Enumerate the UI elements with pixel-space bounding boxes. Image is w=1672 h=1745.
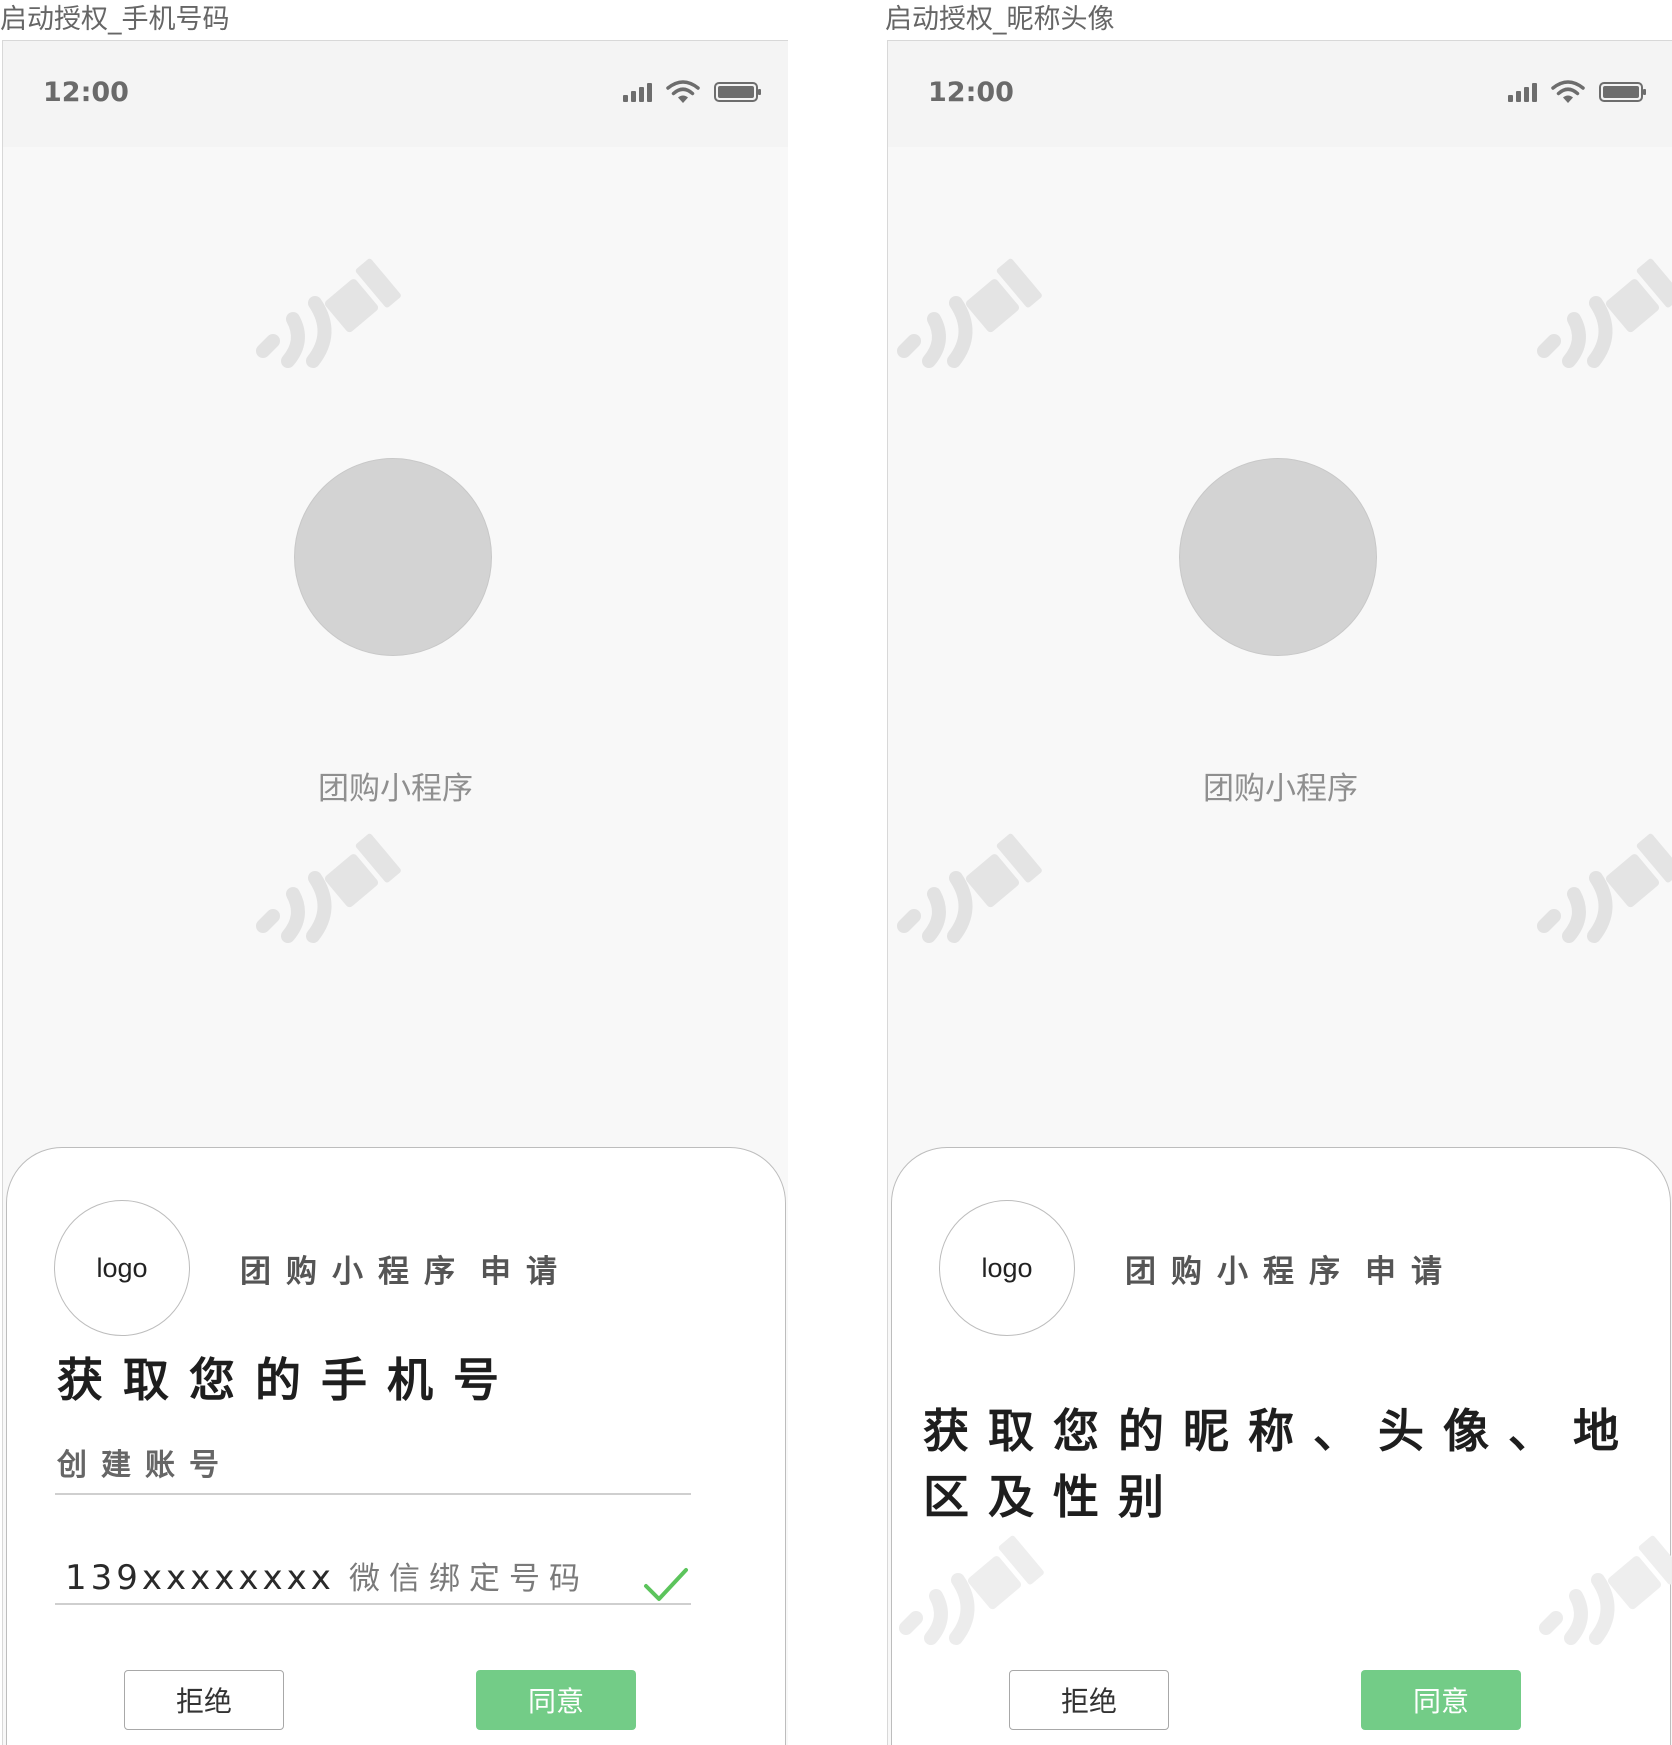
accept-button[interactable]: 同意	[476, 1670, 636, 1730]
sheet-app-name: 团购小程序	[1125, 1254, 1355, 1290]
sheet-logo: logo	[939, 1200, 1075, 1336]
sheet-request-label: 申请	[1365, 1254, 1457, 1290]
wifi-icon	[666, 80, 700, 103]
divider	[55, 1493, 691, 1495]
sheet-subheading: 创建账号	[57, 1448, 233, 1483]
battery-icon	[1599, 82, 1646, 102]
sheet-request-label: 申请	[480, 1254, 572, 1290]
phone-number-option[interactable]: 139xxxxxxxx	[65, 1558, 335, 1598]
sheet-heading: 获取您的手机号	[57, 1353, 519, 1407]
accept-button[interactable]: 同意	[1361, 1670, 1521, 1730]
sheet-request-line: 团购小程序 申请	[1125, 1246, 1457, 1291]
watermark-logo	[256, 833, 401, 943]
status-time: 12:00	[43, 77, 129, 108]
signal-icon	[623, 82, 652, 102]
watermark-logo	[897, 833, 1042, 943]
phone-screen: 12:00	[2, 40, 788, 1745]
watermark-logo	[1537, 833, 1672, 943]
watermark-logo	[899, 1535, 1044, 1645]
frame-title: 启动授权_昵称头像	[885, 4, 1115, 35]
reject-button[interactable]: 拒绝	[124, 1670, 284, 1730]
app-logo-placeholder	[1179, 458, 1377, 656]
check-icon	[644, 1568, 688, 1601]
divider	[55, 1603, 691, 1605]
app-logo-placeholder	[294, 458, 492, 656]
frame-title: 启动授权_手机号码	[0, 4, 230, 35]
watermark-logo	[897, 258, 1042, 368]
watermark-logo	[1539, 1535, 1672, 1645]
status-icons	[1508, 79, 1646, 105]
reject-button[interactable]: 拒绝	[1009, 1670, 1169, 1730]
watermark-logo	[1537, 258, 1672, 368]
watermark-logo	[256, 258, 401, 368]
authorization-sheet: logo 团购小程序 申请 获取您的昵称、头像、地区及性别 拒绝 同意	[891, 1147, 1672, 1745]
status-bar: 12:00	[888, 41, 1672, 147]
phone-screen: 12:00	[887, 40, 1672, 1745]
phone-number-hint: 微信绑定号码	[349, 1561, 589, 1597]
authorization-sheet: logo 团购小程序 申请 获取您的手机号 创建账号 139xxxxxxxx 微信…	[6, 1147, 786, 1745]
sheet-app-name: 团购小程序	[240, 1254, 470, 1290]
signal-icon	[1508, 82, 1537, 102]
screen-profile-authorization: 启动授权_昵称头像 12:00 团购小程序 logo 团购小程序 申请 获取您的…	[885, 0, 1672, 1745]
status-time: 12:00	[928, 77, 1014, 108]
wifi-icon	[1551, 80, 1585, 103]
status-icons	[623, 79, 761, 105]
sheet-request-line: 团购小程序 申请	[240, 1246, 572, 1291]
sheet-logo: logo	[54, 1200, 190, 1336]
app-name: 团购小程序	[318, 771, 473, 807]
app-name: 团购小程序	[1203, 771, 1358, 807]
battery-icon	[714, 82, 761, 102]
screen-phone-authorization: 启动授权_手机号码 12:00 团购小程序 logo 团购小程序 申请 获取您的…	[0, 0, 790, 1745]
status-bar: 12:00	[3, 41, 788, 147]
sheet-heading: 获取您的昵称、头像、地区及性别	[923, 1404, 1638, 1524]
